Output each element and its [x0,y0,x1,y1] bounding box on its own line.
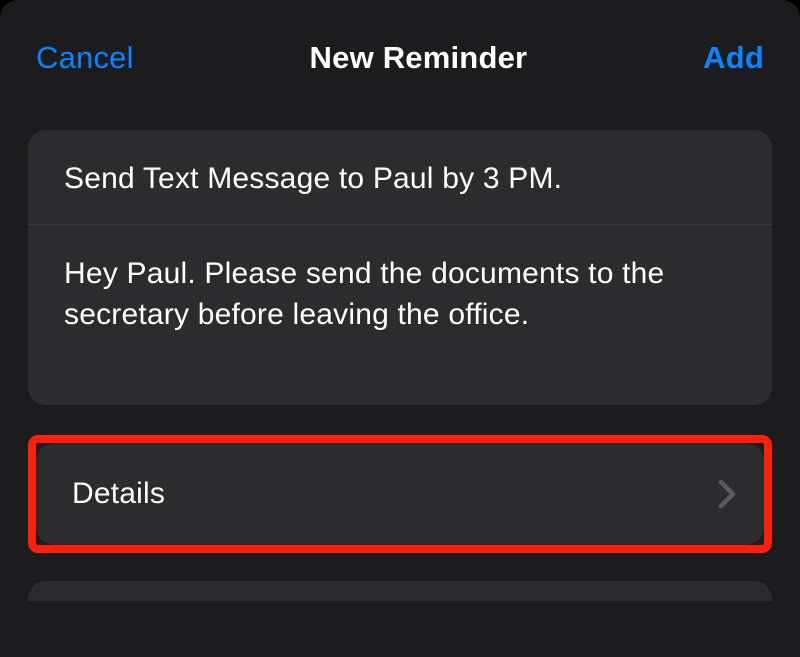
chevron-right-icon [718,479,736,509]
reminder-content-card: Send Text Message to Paul by 3 PM. Hey P… [28,130,772,405]
reminder-title-input[interactable]: Send Text Message to Paul by 3 PM. [28,130,772,225]
cancel-button[interactable]: Cancel [36,40,134,76]
reminder-notes-input[interactable]: Hey Paul. Please send the documents to t… [28,225,772,405]
add-button[interactable]: Add [703,40,764,76]
details-button[interactable]: Details [36,443,764,545]
navbar: Cancel New Reminder Add [0,0,800,106]
details-label: Details [72,477,165,511]
page-title: New Reminder [310,40,528,76]
details-highlight: Details [28,435,772,553]
next-section-card [28,581,772,601]
new-reminder-sheet: Cancel New Reminder Add Send Text Messag… [0,0,800,657]
